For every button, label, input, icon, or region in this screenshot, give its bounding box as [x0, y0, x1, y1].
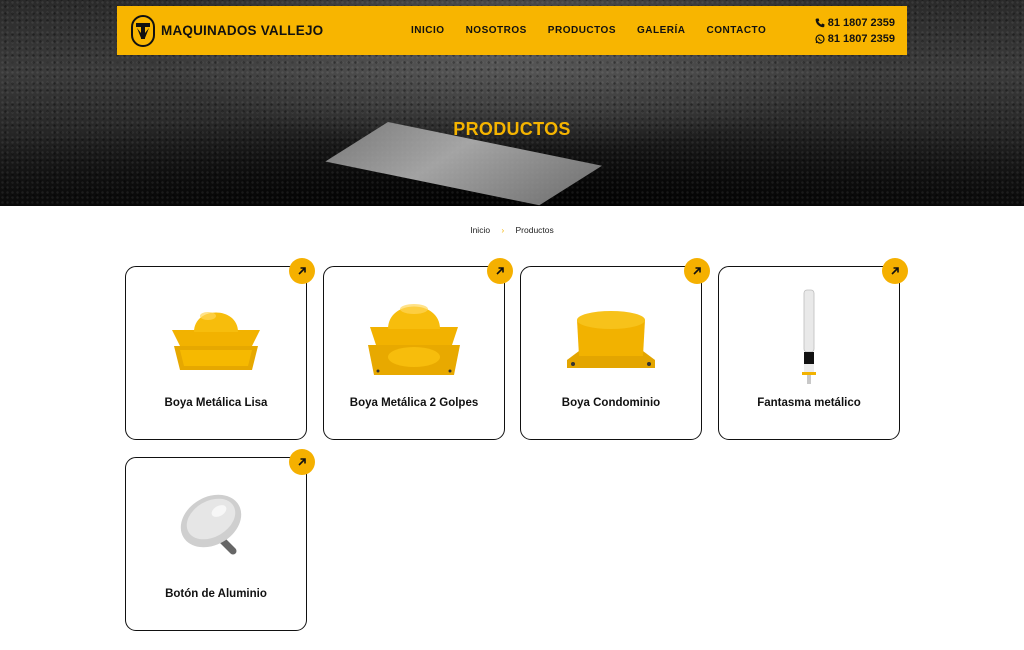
- product-name: Botón de Aluminio: [165, 588, 267, 600]
- product-image: [126, 476, 306, 581]
- product-image: [521, 285, 701, 390]
- product-image: [719, 285, 899, 390]
- breadcrumb-home[interactable]: Inicio: [470, 225, 490, 235]
- phone-link[interactable]: 81 1807 2359: [815, 15, 895, 31]
- breadcrumb-current: Productos: [515, 225, 554, 235]
- phone-icon: [815, 18, 825, 28]
- product-card-boton-aluminio[interactable]: Botón de Aluminio: [125, 449, 315, 631]
- arrow-up-right-icon[interactable]: [487, 258, 513, 284]
- product-image: [126, 285, 306, 390]
- arrow-up-right-icon[interactable]: [289, 449, 315, 475]
- nav-contacto[interactable]: CONTACTO: [707, 25, 767, 36]
- nav-galeria[interactable]: GALERÍA: [637, 25, 686, 36]
- logo-icon: [131, 14, 155, 47]
- whatsapp-number: 81 1807 2359: [827, 33, 895, 45]
- phone-number: 81 1807 2359: [827, 17, 895, 29]
- product-card-boya-2-golpes[interactable]: Boya Metálica 2 Golpes: [323, 258, 513, 440]
- whatsapp-link[interactable]: 81 1807 2359: [815, 31, 895, 47]
- nav-inicio[interactable]: INICIO: [411, 25, 445, 36]
- arrow-up-right-icon[interactable]: [289, 258, 315, 284]
- product-image: [324, 285, 504, 390]
- product-name: Boya Metálica 2 Golpes: [349, 397, 479, 409]
- nav-productos[interactable]: PRODUCTOS: [548, 25, 616, 36]
- breadcrumb: Inicio › Productos: [0, 225, 1024, 235]
- breadcrumb-separator: ›: [501, 226, 505, 235]
- page-title: PRODUCTOS: [453, 119, 571, 139]
- arrow-up-right-icon[interactable]: [882, 258, 908, 284]
- product-name: Boya Metálica Lisa: [164, 397, 268, 409]
- product-name: Fantasma metálico: [757, 397, 861, 409]
- product-card-boya-condominio[interactable]: Boya Condominio: [520, 258, 710, 440]
- header-bar: MAQUINADOS VALLEJO INICIO NOSOTROS PRODU…: [117, 6, 907, 55]
- product-card-fantasma-metalico[interactable]: Fantasma metálico: [718, 258, 908, 440]
- product-name: Boya Condominio: [561, 397, 661, 409]
- brand-name: MAQUINADOS VALLEJO: [161, 23, 324, 38]
- logo[interactable]: MAQUINADOS VALLEJO: [131, 14, 324, 47]
- arrow-up-right-icon[interactable]: [684, 258, 710, 284]
- nav-nosotros[interactable]: NOSOTROS: [466, 25, 527, 36]
- contact-phones: 81 1807 2359 81 1807 2359: [815, 15, 895, 47]
- whatsapp-icon: [815, 34, 825, 44]
- main-nav: INICIO NOSOTROS PRODUCTOS GALERÍA CONTAC…: [411, 6, 787, 55]
- product-card-boya-lisa[interactable]: Boya Metálica Lisa: [125, 258, 315, 440]
